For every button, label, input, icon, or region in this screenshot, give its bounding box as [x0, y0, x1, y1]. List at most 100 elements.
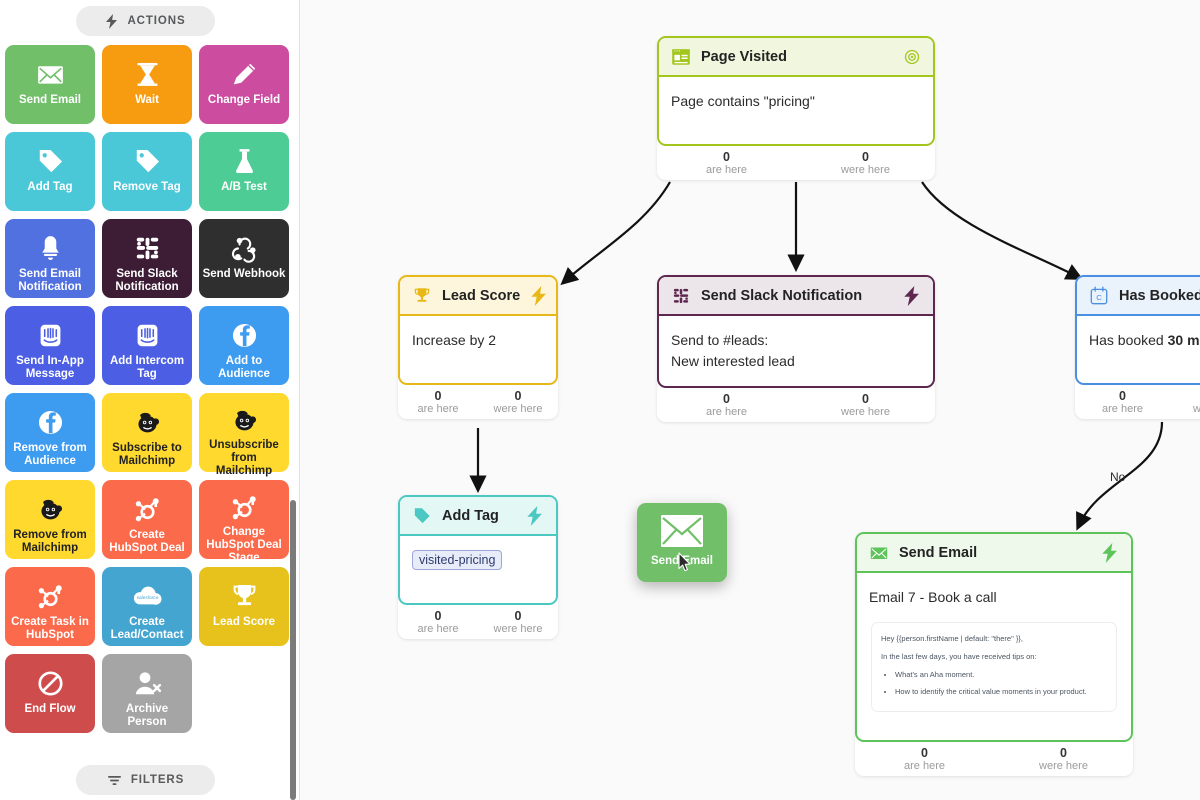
action-tile-send-email[interactable]: Send Email — [5, 45, 95, 124]
node-counters: 0are here0were here — [855, 742, 1133, 776]
action-tile-label: Create HubSpot Deal — [109, 529, 185, 554]
bolt-icon[interactable] — [525, 505, 545, 526]
counter-were-here: 0were here — [796, 150, 935, 177]
node-card[interactable]: C Has Booked M Has booked 30 min — [1075, 275, 1200, 385]
counter-were-here-label: were here — [841, 405, 890, 418]
hubspot-icon — [131, 491, 164, 527]
action-tile-change-hubspot-deal-stage[interactable]: Change HubSpot Deal Stage — [199, 480, 289, 564]
action-tile-end-flow[interactable]: End Flow — [5, 654, 95, 733]
calendly-icon: C — [1088, 285, 1110, 307]
node-body: Send to #leads: New interested lead — [659, 316, 933, 386]
counter-are-here-label: are here — [904, 759, 945, 772]
trophy-icon — [411, 285, 433, 307]
sidebar-scrollbar-track[interactable] — [290, 0, 298, 800]
mailchimp-icon — [131, 404, 164, 440]
person-remove-icon — [131, 665, 164, 701]
counter-are-here-label: are here — [706, 405, 747, 418]
action-tile-add-tag[interactable]: Add Tag — [5, 132, 95, 211]
action-tile-send-in-app-message[interactable]: Send In-App Message — [5, 306, 95, 385]
action-tile-label: Archive Person — [125, 703, 169, 728]
node-body-prefix: Has booked — [1089, 332, 1168, 348]
action-tile-change-field[interactable]: Change Field — [199, 45, 289, 124]
node-header: Send Slack Notification — [659, 277, 933, 316]
node-body: Has booked 30 min — [1077, 316, 1200, 368]
counter-are-here: 0 are here — [657, 150, 796, 177]
action-tile-remove-tag[interactable]: Remove Tag — [102, 132, 192, 211]
action-tile-a-b-test[interactable]: A/B Test — [199, 132, 289, 211]
node-counters: 0are here0were here — [1075, 385, 1200, 419]
action-tile-create-task-in-hubspot[interactable]: Create Task in HubSpot — [5, 567, 95, 646]
node-counters: 0are here0were here — [657, 146, 935, 180]
action-tile-label: Send Email — [19, 94, 81, 106]
flow-node-send-slack-notification[interactable]: Send Slack Notification Send to #leads: Ne… — [657, 275, 935, 422]
counter-are-here: 0 are here — [657, 392, 796, 419]
action-tile-wait[interactable]: Wait — [102, 45, 192, 124]
action-tile-remove-from-audience[interactable]: Remove from Audience — [5, 393, 95, 472]
node-body-text: Page contains "pricing" — [671, 93, 815, 109]
flow-node-lead-score[interactable]: Lead Score Increase by 2 0 are here 0 were he… — [398, 275, 558, 419]
action-tile-add-intercom-tag[interactable]: Add Intercom Tag — [102, 306, 192, 385]
email-bullet-list: What's an Aha moment. How to identify the… — [895, 669, 1107, 697]
flow-node-has-booked-meeting[interactable]: C Has Booked M Has booked 30 min 0are here0… — [1075, 275, 1200, 419]
action-tile-archive-person[interactable]: Archive Person — [102, 654, 192, 733]
counter-were-here-label: were here — [841, 163, 890, 176]
filters-pill-label: FILTERS — [130, 774, 185, 786]
action-tile-label: Add to Audience — [218, 355, 270, 380]
action-tile-send-email-notification[interactable]: Send Email Notification — [5, 219, 95, 298]
node-counters: 0are here0were here — [398, 605, 558, 639]
node-card[interactable]: Send Email Email 7 - Book a call Hey {{per… — [855, 532, 1133, 742]
node-card[interactable]: Page Visited Page contains "pricing" — [657, 36, 935, 146]
action-tile-remove-from-mailchimp[interactable]: Remove from Mailchimp — [5, 480, 95, 559]
facebook-icon — [34, 404, 67, 440]
flow-node-page-visited[interactable]: Page Visited Page contains "pricing" 0 are… — [657, 36, 935, 180]
bell-icon — [34, 230, 67, 266]
sidebar-scrollbar-thumb[interactable] — [290, 500, 296, 800]
node-card[interactable]: Add Tag visited-pricing — [398, 495, 558, 605]
action-tile-label: Lead Score — [213, 616, 275, 628]
action-tile-label: Wait — [135, 94, 159, 106]
node-body-line-1: Send to #leads: — [671, 332, 769, 348]
flow-node-send-email[interactable]: Send Email Email 7 - Book a call Hey {{per… — [855, 532, 1133, 776]
mouse-cursor-icon — [678, 552, 692, 572]
node-card[interactable]: Lead Score Increase by 2 — [398, 275, 558, 385]
counter-are-here-value: 0 — [921, 745, 928, 760]
bolt-icon[interactable] — [902, 285, 922, 306]
flow-canvas[interactable]: No Page Visited Page contains "pricing" 0… — [300, 0, 1200, 800]
action-tile-unsubscribe-from-mailchimp[interactable]: Unsubscribe from Mailchimp — [199, 393, 289, 477]
counter-were-here: 0were here — [478, 609, 558, 636]
no-entry-icon — [34, 665, 67, 701]
bolt-icon[interactable] — [529, 285, 549, 306]
counter-are-here-value: 0 — [723, 149, 730, 164]
node-title: Has Booked M — [1119, 287, 1200, 304]
node-body-text: Increase by 2 — [412, 332, 497, 348]
action-tile-label: Send Slack Notification — [115, 268, 179, 293]
action-tile-label: Remove from Audience — [13, 442, 87, 467]
node-card[interactable]: Send Slack Notification Send to #leads: Ne… — [657, 275, 935, 388]
action-tile-label: A/B Test — [221, 181, 267, 193]
target-icon[interactable] — [902, 47, 922, 67]
counter-were-here-label: were here — [1193, 402, 1200, 415]
envelope-icon — [660, 514, 704, 553]
action-tile-send-slack-notification[interactable]: Send Slack Notification — [102, 219, 192, 298]
actions-header-pill[interactable]: ACTIONS — [76, 6, 215, 36]
bolt-icon[interactable] — [1100, 542, 1120, 563]
filters-header-pill[interactable]: FILTERS — [76, 765, 215, 795]
flow-node-add-tag[interactable]: Add Tag visited-pricing 0 are here 0 were her… — [398, 495, 558, 639]
intercom-icon — [131, 317, 164, 353]
filter-icon — [107, 773, 122, 788]
action-tile-label: Remove Tag — [113, 181, 181, 193]
email-preview: Hey {{person.firstName | default: "there… — [871, 622, 1117, 712]
action-tile-add-to-audience[interactable]: Add to Audience — [199, 306, 289, 385]
action-tile-create-hubspot-deal[interactable]: Create HubSpot Deal — [102, 480, 192, 559]
action-tile-lead-score[interactable]: Lead Score — [199, 567, 289, 646]
counter-were-here-value: 0 — [862, 149, 869, 164]
counter-were-here-value: 0 — [514, 388, 522, 403]
tag-chip[interactable]: visited-pricing — [412, 550, 503, 570]
action-tile-subscribe-to-mailchimp[interactable]: Subscribe to Mailchimp — [102, 393, 192, 472]
action-tile-create-lead-contact[interactable]: salesforce Create Lead/Contact — [102, 567, 192, 646]
counter-are-here-label: are here — [417, 622, 459, 635]
edge-label-no: No — [1110, 470, 1126, 484]
flask-icon — [228, 143, 261, 179]
node-body: Email 7 - Book a call Hey {{person.firstN… — [857, 573, 1131, 726]
action-tile-send-webhook[interactable]: Send Webhook — [199, 219, 289, 298]
